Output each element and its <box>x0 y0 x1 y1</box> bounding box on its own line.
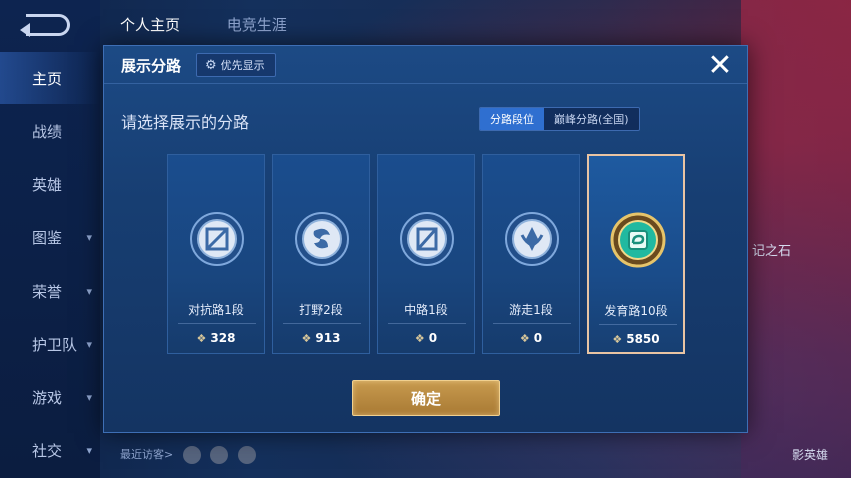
priority-display-button[interactable]: ⚙ 优先显示 <box>196 53 276 77</box>
lane-rank-label: 游走1段 <box>509 303 553 317</box>
tab-profile[interactable]: 个人主页 <box>120 16 180 34</box>
lane-score: ❖ 328 <box>196 331 236 345</box>
lane-card[interactable]: 中路1段 ❖ 0 <box>377 154 475 354</box>
gear-icon: ⚙ <box>205 57 217 73</box>
divider <box>283 323 361 324</box>
rank-chevron-icon: ❖ <box>519 332 530 345</box>
chevron-down-icon: ▾ <box>86 390 92 404</box>
nav-item-games[interactable]: 游戏 ▾ <box>0 371 100 423</box>
rank-chevron-icon: ❖ <box>414 332 425 345</box>
lane-display-dialog: 展示分路 ⚙ 优先显示 ✕ 请选择展示的分路 分路段位 巅峰分路(全国) 对抗路… <box>103 45 748 433</box>
avatar[interactable] <box>182 446 201 464</box>
avatar[interactable] <box>210 446 229 464</box>
lane-rank-label: 发育路10段 <box>604 304 668 318</box>
left-nav: 主页 战绩 英雄 图鉴 ▾ 荣誉 ▾ 护卫队 ▾ 游戏 ▾ 社交 ▾ <box>0 0 100 478</box>
lane-card-list: 对抗路1段 ❖ 328 打野2段 ❖ 913 中路1段 ❖ 0 游走1段 ❖ 0… <box>167 154 687 354</box>
divider <box>388 323 466 324</box>
rank-chevron-icon: ❖ <box>196 332 207 345</box>
lane-card[interactable]: 打野2段 ❖ 913 <box>272 154 370 354</box>
recent-visitors[interactable]: 最近访客> <box>120 446 256 464</box>
right-side-label: 记之石 <box>752 244 792 259</box>
divider <box>599 324 677 325</box>
lane-rank-label: 对抗路1段 <box>188 303 244 317</box>
close-icon: ✕ <box>707 47 733 83</box>
rank-chevron-icon: ❖ <box>612 333 623 346</box>
lane-score: ❖ 0 <box>519 331 543 345</box>
dialog-header: 展示分路 ⚙ 优先显示 ✕ <box>104 46 747 84</box>
rank-chevron-icon: ❖ <box>301 332 312 345</box>
lane-card-selected[interactable]: 发育路10段 ❖ 5850 <box>587 154 685 354</box>
nav-item-codex[interactable]: 图鉴 ▾ <box>0 211 100 263</box>
right-side-label-bottom: 影英雄 <box>792 448 829 462</box>
mid-lane-emblem-icon <box>397 209 457 269</box>
nav-item-heroes[interactable]: 英雄 <box>0 158 100 210</box>
top-tabs: 个人主页 电竞生涯 <box>120 14 329 35</box>
divider <box>178 323 256 324</box>
nav-item-guard[interactable]: 护卫队 ▾ <box>0 318 100 370</box>
nav-item-honor[interactable]: 荣誉 ▾ <box>0 265 100 317</box>
lane-score: ❖ 5850 <box>612 332 660 346</box>
lane-card[interactable]: 对抗路1段 ❖ 328 <box>167 154 265 354</box>
back-icon[interactable] <box>20 14 70 37</box>
jungle-emblem-icon <box>292 209 352 269</box>
chevron-down-icon: ▾ <box>86 230 92 244</box>
toggle-peak-lane[interactable]: 巅峰分路(全国) <box>544 108 639 130</box>
clash-lane-emblem-icon <box>187 209 247 269</box>
tab-esports[interactable]: 电竞生涯 <box>227 16 287 34</box>
close-button[interactable]: ✕ <box>703 47 737 83</box>
lane-rank-label: 打野2段 <box>299 303 343 317</box>
nav-item-home[interactable]: 主页 <box>0 52 100 104</box>
toggle-lane-rank[interactable]: 分路段位 <box>480 108 544 130</box>
chevron-down-icon: ▾ <box>86 443 92 457</box>
nav-item-record[interactable]: 战绩 <box>0 105 100 157</box>
chevron-down-icon: ▾ <box>86 284 92 298</box>
divider <box>493 323 571 324</box>
dialog-title: 展示分路 <box>121 57 182 75</box>
confirm-button[interactable]: 确定 <box>352 380 500 416</box>
lane-score: ❖ 913 <box>301 331 341 345</box>
farm-lane-emblem-icon <box>608 210 668 270</box>
lane-mode-toggle: 分路段位 巅峰分路(全国) <box>479 107 640 131</box>
chevron-down-icon: ▾ <box>86 337 92 351</box>
hero-artwork <box>741 0 851 478</box>
lane-rank-label: 中路1段 <box>404 303 448 317</box>
lane-score: ❖ 0 <box>414 331 438 345</box>
avatar[interactable] <box>237 446 256 464</box>
dialog-subtitle: 请选择展示的分路 <box>121 113 250 132</box>
roam-emblem-icon <box>502 209 562 269</box>
lane-card[interactable]: 游走1段 ❖ 0 <box>482 154 580 354</box>
nav-item-social[interactable]: 社交 ▾ <box>0 424 100 476</box>
